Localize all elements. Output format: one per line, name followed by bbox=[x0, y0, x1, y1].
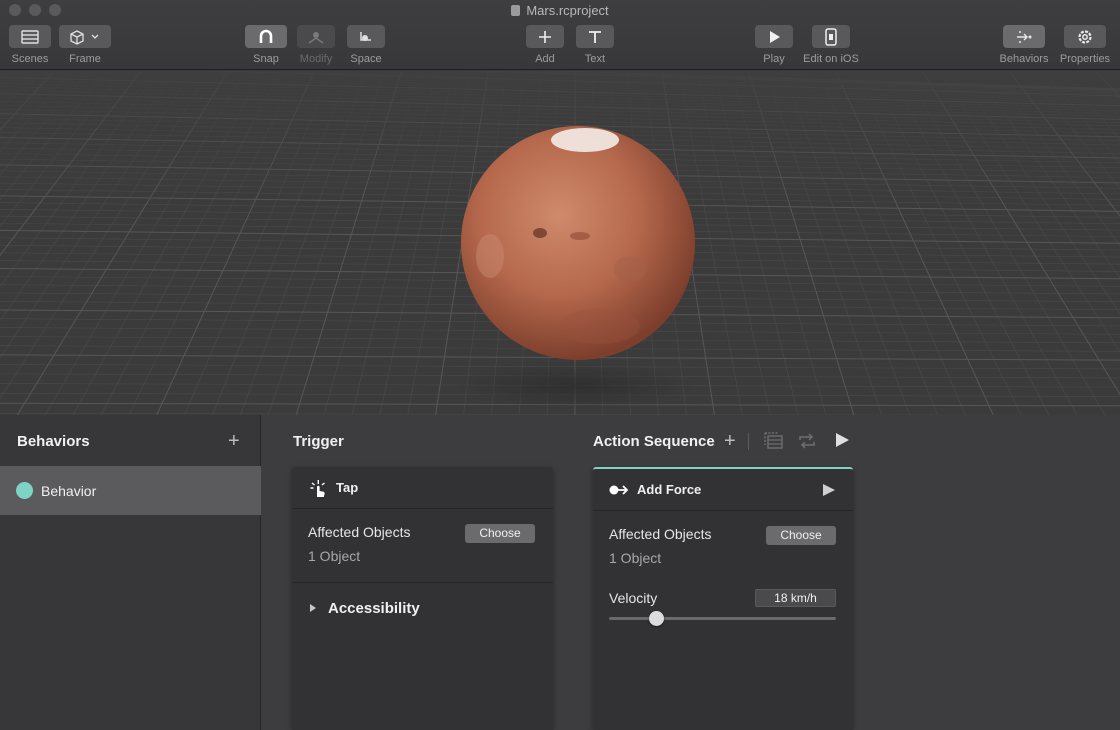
force-arrow-icon bbox=[609, 484, 629, 495]
document-icon bbox=[511, 5, 521, 16]
trigger-choose-button[interactable]: Choose bbox=[465, 524, 535, 543]
behavior-list-item[interactable]: Behavior bbox=[0, 466, 261, 515]
play-action-icon[interactable] bbox=[822, 483, 836, 497]
velocity-label: Velocity bbox=[609, 590, 658, 606]
play-button[interactable]: Play bbox=[754, 25, 794, 65]
behavior-color-dot bbox=[16, 482, 33, 499]
play-icon bbox=[755, 25, 793, 48]
magnet-icon bbox=[245, 25, 287, 48]
space-button[interactable]: Space bbox=[346, 25, 386, 65]
space-label: Space bbox=[350, 53, 382, 65]
modify-icon bbox=[297, 25, 335, 48]
scenes-label: Scenes bbox=[11, 53, 49, 65]
toolbar: Mars.rcproject Scenes Frame Snap Modify … bbox=[0, 0, 1120, 70]
accessibility-label: Accessibility bbox=[328, 599, 420, 617]
plus-icon bbox=[526, 25, 564, 48]
properties-button[interactable]: Properties bbox=[1058, 25, 1112, 65]
gear-icon bbox=[1064, 25, 1106, 48]
scenes-icon bbox=[9, 25, 51, 48]
add-action-icon[interactable]: + bbox=[724, 431, 736, 451]
add-label: Add bbox=[535, 53, 555, 65]
group-actions-icon[interactable] bbox=[764, 432, 784, 450]
behaviors-panel: Behaviors + Behavior bbox=[0, 415, 261, 730]
behaviors-toolbar-button[interactable]: Behaviors bbox=[998, 25, 1050, 65]
loop-icon[interactable] bbox=[797, 432, 817, 450]
snap-label: Snap bbox=[253, 53, 279, 65]
text-icon bbox=[576, 25, 614, 48]
tap-gesture-icon bbox=[310, 479, 325, 497]
edit-on-ios-button[interactable]: Edit on iOS bbox=[802, 25, 860, 65]
trigger-object-count: 1 Object bbox=[308, 548, 361, 564]
action-affected-objects-section: Affected Objects Choose 1 Object bbox=[593, 511, 853, 585]
behaviors-icon bbox=[1003, 25, 1045, 48]
properties-label: Properties bbox=[1059, 53, 1111, 65]
trigger-affected-objects-section: Affected Objects Choose 1 Object bbox=[292, 509, 553, 583]
velocity-slider-track[interactable] bbox=[609, 617, 836, 620]
window-title: Mars.rcproject bbox=[0, 3, 1120, 18]
behavior-editor-panel: Trigger Tap Affected Objects Choose 1 Ob… bbox=[261, 415, 1120, 730]
disclosure-triangle-icon bbox=[310, 604, 316, 612]
toolbar-divider bbox=[748, 433, 749, 450]
modify-label: Modify bbox=[299, 53, 333, 65]
behavior-item-label: Behavior bbox=[41, 482, 97, 499]
add-force-card: Add Force Affected Objects Choose 1 Obje… bbox=[593, 467, 853, 730]
add-force-card-title: Add Force bbox=[637, 482, 702, 497]
add-button[interactable]: Add bbox=[525, 25, 565, 65]
action-choose-button[interactable]: Choose bbox=[766, 526, 836, 545]
frame-icon bbox=[59, 25, 111, 48]
action-sequence-title: Action Sequence bbox=[593, 433, 715, 450]
action-affected-objects-label: Affected Objects bbox=[609, 526, 712, 542]
action-object-count: 1 Object bbox=[609, 550, 662, 566]
viewport-canvas bbox=[0, 71, 1120, 415]
phone-icon bbox=[812, 25, 850, 48]
scenes-button[interactable]: Scenes bbox=[8, 25, 52, 65]
velocity-value-field[interactable]: 18 km/h bbox=[755, 589, 836, 607]
add-behavior-icon[interactable]: + bbox=[228, 431, 240, 451]
trigger-card-title: Tap bbox=[336, 480, 359, 495]
add-force-card-header[interactable]: Add Force bbox=[593, 469, 853, 511]
play-sequence-icon[interactable] bbox=[834, 432, 850, 448]
accessibility-disclosure[interactable]: Accessibility bbox=[292, 583, 553, 633]
trigger-card-header[interactable]: Tap bbox=[292, 467, 553, 509]
trigger-affected-objects-label: Affected Objects bbox=[308, 524, 411, 540]
velocity-slider-thumb[interactable] bbox=[649, 611, 665, 626]
trigger-card: Tap Affected Objects Choose 1 Object Acc… bbox=[292, 467, 553, 730]
window-title-text: Mars.rcproject bbox=[526, 3, 609, 18]
frame-button[interactable]: Frame bbox=[59, 25, 111, 65]
scene-viewport[interactable] bbox=[0, 71, 1120, 415]
snap-button[interactable]: Snap bbox=[245, 25, 287, 65]
trigger-title: Trigger bbox=[293, 433, 344, 450]
velocity-section: Velocity 18 km/h bbox=[593, 585, 853, 645]
text-label: Text bbox=[584, 53, 606, 65]
planet-shadow bbox=[455, 362, 695, 410]
edit-on-ios-label: Edit on iOS bbox=[803, 53, 859, 65]
space-icon bbox=[347, 25, 385, 48]
behaviors-toolbar-label: Behaviors bbox=[999, 53, 1049, 65]
behaviors-panel-title: Behaviors bbox=[17, 433, 90, 450]
modify-button[interactable]: Modify bbox=[296, 25, 336, 65]
play-label: Play bbox=[763, 53, 785, 65]
text-button[interactable]: Text bbox=[575, 25, 615, 65]
mars-model[interactable] bbox=[461, 126, 695, 360]
frame-label: Frame bbox=[69, 53, 101, 65]
